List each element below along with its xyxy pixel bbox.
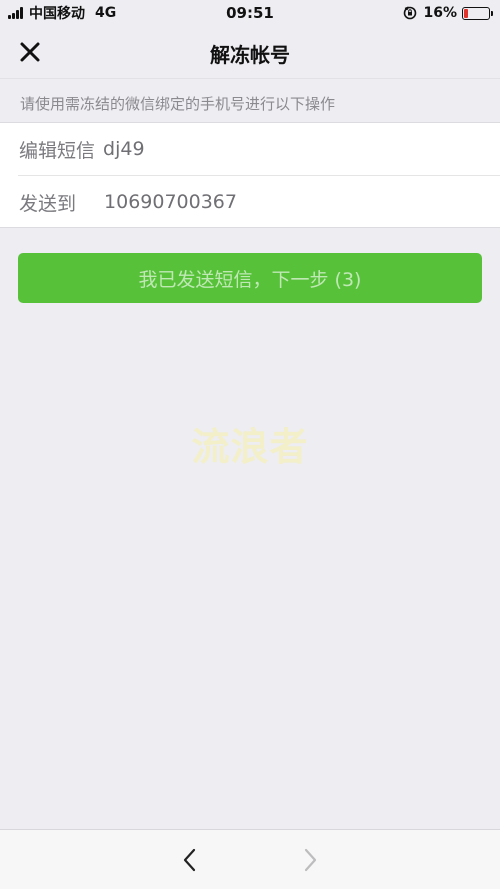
instruction-hint: 请使用需冻结的微信绑定的手机号进行以下操作	[0, 78, 500, 122]
send-to-label: 发送到	[19, 192, 77, 215]
nav-bar: 解冻帐号	[0, 26, 500, 78]
chevron-right-icon	[304, 848, 317, 872]
next-step-button[interactable]: 我已发送短信，下一步 (3)	[18, 253, 482, 303]
sms-content-row[interactable]: 编辑短信 dj49	[0, 123, 500, 175]
forward-button[interactable]	[294, 844, 326, 876]
battery-icon	[462, 6, 493, 20]
watermark: 流浪者	[191, 425, 309, 469]
battery-level-fill	[464, 8, 468, 18]
status-bar: 中国移动 4G 09:51 16%	[0, 0, 500, 26]
sms-content-label: 编辑短信	[19, 139, 96, 162]
bottom-toolbar	[0, 829, 500, 889]
send-to-row[interactable]: 发送到 10690700367	[0, 176, 500, 228]
battery-percent: 16%	[423, 5, 457, 21]
orientation-lock-icon	[404, 6, 417, 20]
sms-content-value: dj49	[103, 138, 145, 160]
send-to-number: 10690700367	[104, 191, 237, 213]
chevron-left-icon	[183, 848, 196, 872]
back-button[interactable]	[174, 844, 206, 876]
page-title: 解冻帐号	[210, 43, 290, 67]
sms-info-card: 编辑短信 dj49 发送到 10690700367	[0, 122, 500, 228]
status-right: 16%	[403, 4, 493, 22]
